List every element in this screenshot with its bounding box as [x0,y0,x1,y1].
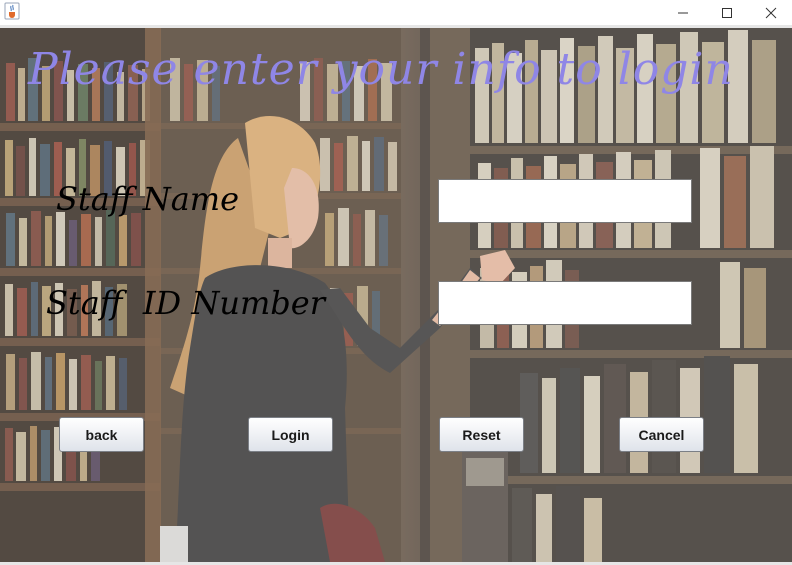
java-cup-icon [4,2,20,20]
maximize-icon [722,7,732,18]
login-panel: Please enter your info to login Staff Na… [0,28,792,562]
staff-name-field[interactable] [438,179,692,223]
minimize-button[interactable] [660,0,706,25]
reset-button[interactable]: Reset [439,417,524,452]
title-bar [0,0,792,25]
close-button[interactable] [748,0,792,25]
login-button[interactable]: Login [248,417,333,452]
maximize-button[interactable] [704,0,750,25]
staff-id-field[interactable] [438,281,692,325]
cancel-button[interactable]: Cancel [619,417,704,452]
login-heading: Please enter your info to login [28,44,734,95]
back-button[interactable]: back [59,417,144,452]
close-icon [765,7,777,18]
staff-id-label: Staff ID Number [46,284,326,322]
staff-name-label: Staff Name [56,180,240,218]
minimize-icon [678,12,688,13]
